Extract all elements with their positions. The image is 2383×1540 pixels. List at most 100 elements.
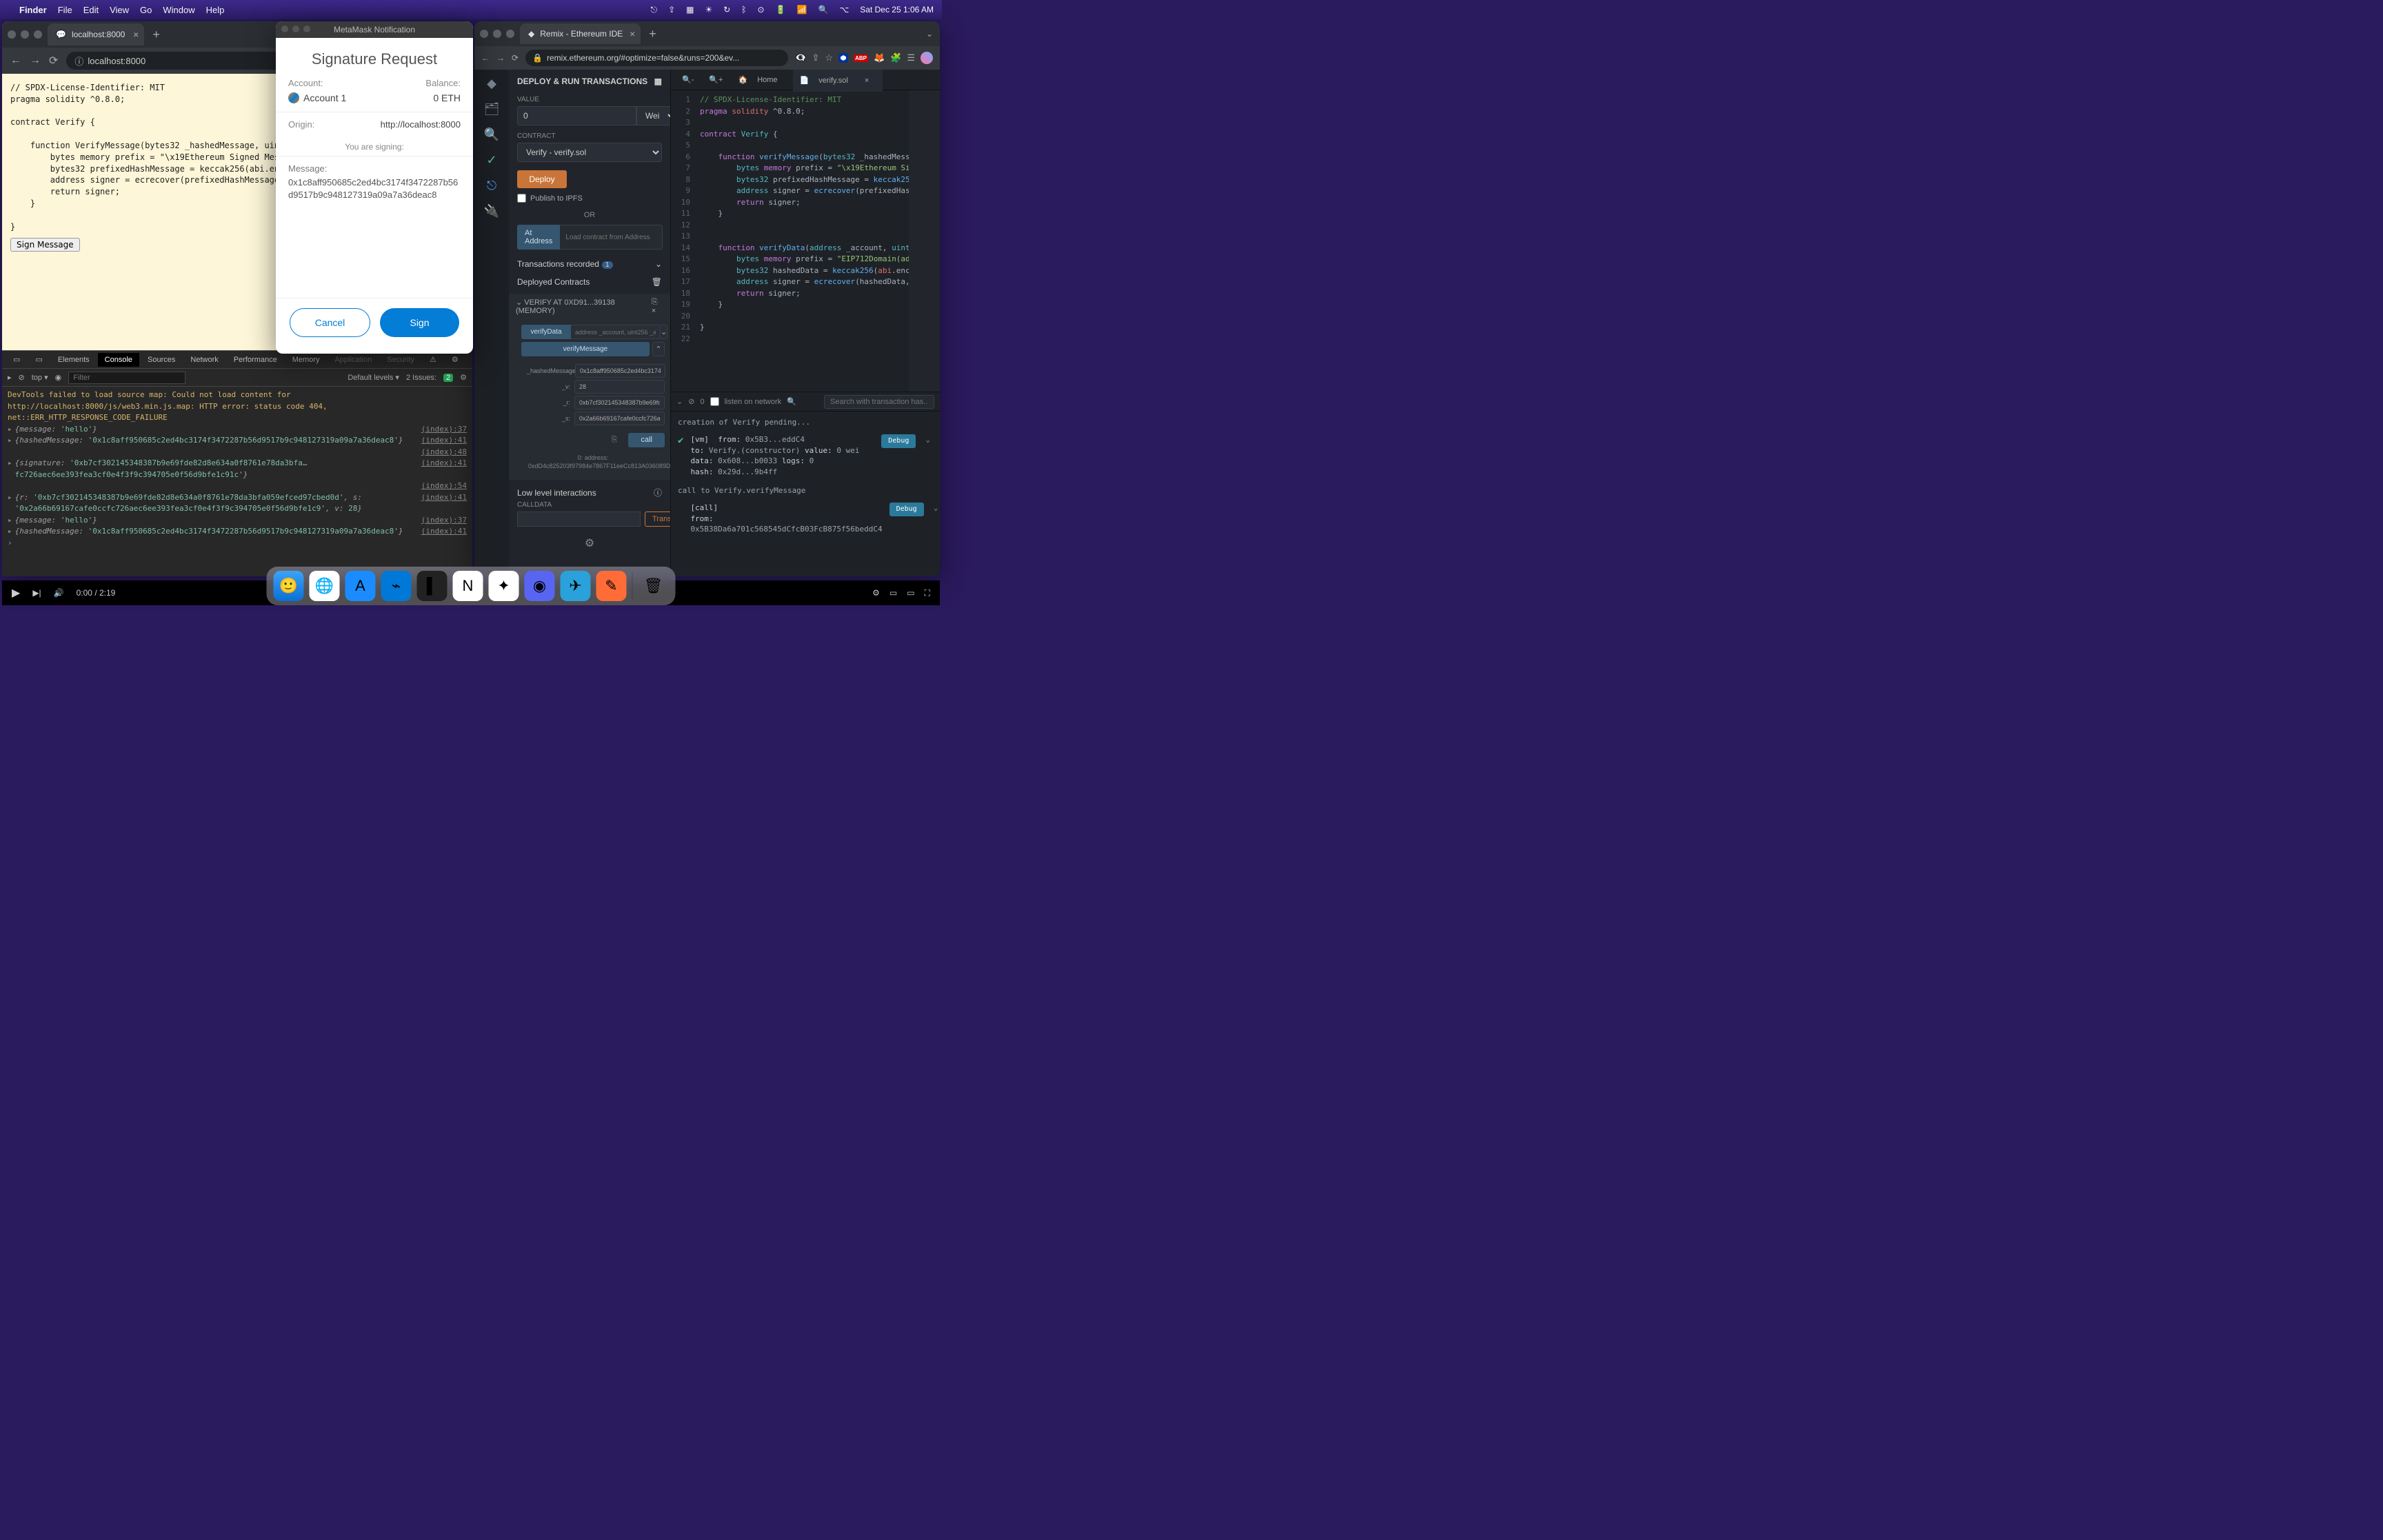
dock-notion-icon[interactable]: N [453,571,483,601]
console-row[interactable]: {hashedMessage: '0x1c8aff950685c2ed4bc31… [15,526,416,538]
dock-terminal-icon[interactable]: ▌ [417,571,448,601]
publish-checkbox[interactable] [517,194,526,203]
theater-icon[interactable]: ▭ [907,588,914,598]
browser-tab[interactable]: ◆ Remix - Ethereum IDE × [520,23,641,44]
share-icon[interactable]: ⇪ [812,52,820,63]
settings-icon[interactable]: ⚙ [872,588,880,598]
dt-settings-icon[interactable]: ⚙ [445,352,465,367]
metamask-ext-icon[interactable]: 🦊 [874,52,885,63]
dock-chrome-icon[interactable]: 🌐 [310,571,340,601]
dt-tab-network[interactable]: Network [183,353,225,367]
close-tab-icon[interactable]: × [630,28,635,39]
dt-warn-icon[interactable]: ⚠ [423,352,443,367]
bluetooth-icon[interactable]: ᛒ [741,5,746,14]
dropbox-icon[interactable]: ⇪ [668,5,675,14]
battery-icon[interactable]: 🔋 [776,5,786,14]
console-settings-icon[interactable]: ⚙ [460,373,467,382]
chevron-down-icon[interactable]: ⌄ [923,434,933,445]
deploy-button[interactable]: Deploy [517,170,567,188]
close-instance-icon[interactable]: × [652,307,656,315]
filter-input[interactable] [68,372,185,384]
tx-recorded-header[interactable]: Transactions recorded1 [509,255,670,273]
term-search-input[interactable] [824,395,934,409]
close-tab-icon[interactable]: × [133,29,139,40]
debug-button[interactable]: Debug [881,434,916,448]
menu-file[interactable]: File [58,5,72,15]
bookmark-icon[interactable]: ☆ [825,52,833,63]
menu-help[interactable]: Help [206,5,225,15]
cancel-button[interactable]: Cancel [290,308,370,337]
dock-postman-icon[interactable]: ✎ [596,571,627,601]
console-row[interactable]: {message: 'hello'} [15,424,416,436]
incognito-icon[interactable]: 👁‍🗨 [795,52,806,63]
fn-verifymessage[interactable]: verifyMessage [521,342,650,356]
value-unit[interactable]: Wei [636,106,671,125]
dt-tab-console[interactable]: Console [98,353,139,367]
param-s[interactable] [574,412,665,425]
contract-select[interactable]: Verify - verify.sol [517,143,662,162]
inspect-icon[interactable]: ▭ [6,352,27,367]
reload-icon[interactable]: ⟳ [49,54,58,68]
tab-dropdown-icon[interactable]: ⌄ [926,29,940,39]
minimap[interactable] [909,90,940,392]
window-controls[interactable] [8,30,48,39]
sync-icon[interactable]: ↻ [723,5,730,14]
eye-icon[interactable]: ◉ [55,373,62,382]
deploy-icon[interactable]: ⎋ [487,179,496,193]
dt-tab-application[interactable]: Application [328,353,379,367]
expand-icon[interactable]: ⌄ [661,325,667,339]
term-clear-icon[interactable]: ⊘ [688,397,694,406]
collapse-icon[interactable]: ⌃ [652,342,665,356]
value-input[interactable] [517,106,636,125]
remix-logo-icon[interactable]: ◆ [487,77,496,91]
dt-tab-sources[interactable]: Sources [141,353,182,367]
fn-verifydata[interactable]: verifyData [521,325,571,339]
sign-message-button[interactable]: Sign Message [10,238,80,252]
dock-discord-icon[interactable]: ◉ [525,571,555,601]
levels-selector[interactable]: Default levels ▾ [348,373,399,382]
call-button[interactable]: call [628,433,665,447]
dt-tab-performance[interactable]: Performance [227,353,284,367]
term-collapse-icon[interactable]: ⌄ [676,397,683,406]
at-address-input[interactable] [560,225,663,250]
tab-verify-sol[interactable]: 📄 verify.sol × [793,70,883,92]
info-icon[interactable]: ⓘ [654,487,662,498]
brightness-icon[interactable]: ☀ [705,5,712,14]
copy-icon[interactable]: ⎘ [652,298,658,306]
ublock-icon[interactable] [838,53,848,63]
close-file-icon[interactable]: × [858,73,876,88]
dt-tab-security[interactable]: Security [380,353,421,367]
search-icon[interactable]: 🔍 [484,128,499,142]
console-row[interactable]: {message: 'hello'} [15,515,416,527]
device-icon[interactable]: ▭ [28,352,49,367]
next-icon[interactable]: ▶| [32,588,41,598]
console-row[interactable]: {r: '0xb7cf302145348387b9e69fde82d8e634a… [15,492,416,515]
app-name[interactable]: Finder [19,5,47,15]
zoom-out-icon[interactable]: 🔍- [675,72,701,88]
param-r[interactable] [574,396,665,409]
volume-icon[interactable]: 🔊 [54,588,64,598]
term-search-icon[interactable]: 🔍 [787,397,796,406]
compile-icon[interactable]: ✓ [486,153,496,168]
console-row[interactable]: {hashedMessage: '0x1c8aff950685c2ed4bc31… [15,435,416,447]
debug-button[interactable]: Debug [889,503,924,516]
play-icon[interactable]: ⊙ [758,5,765,14]
chevron-down-icon[interactable]: ⌄ [931,503,940,513]
dock-trash-icon[interactable]: 🗑 [639,571,669,601]
back-icon[interactable]: ← [10,54,21,67]
code-editor[interactable]: 12345678910111213141516171819202122 // S… [671,90,940,392]
dock-finder-icon[interactable]: 🙂 [274,571,304,601]
dock-vscode-icon[interactable]: ⌁ [381,571,412,601]
term-log-entry[interactable]: [call] from: 0x5B38Da6a701c568545dCfcB03… [690,503,882,534]
back-icon[interactable]: ← [481,53,490,63]
at-address-button[interactable]: At Address [517,225,560,250]
dt-tab-memory[interactable]: Memory [285,353,327,367]
clear-console-icon[interactable]: ⊘ [19,373,25,382]
param-v[interactable] [574,380,665,394]
context-selector[interactable]: top ▾ [32,373,48,382]
new-tab-icon[interactable]: + [649,27,656,41]
play-icon[interactable]: ▶ [12,586,20,600]
window-controls[interactable] [276,21,316,37]
issues-label[interactable]: 2 Issues: [406,374,436,382]
menu-view[interactable]: View [110,5,129,15]
